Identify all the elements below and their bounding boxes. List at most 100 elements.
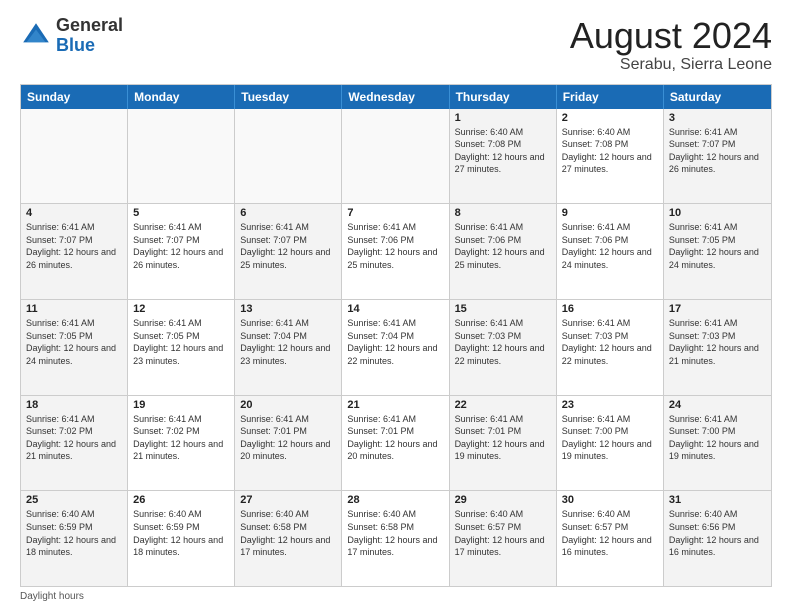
calendar-body: 1 Sunrise: 6:40 AM Sunset: 7:08 PM Daylig… xyxy=(21,109,771,586)
day-number: 20 xyxy=(240,399,336,411)
day-number: 3 xyxy=(669,112,766,124)
title-month: August 2024 xyxy=(570,16,772,56)
day-info: Sunrise: 6:41 AM Sunset: 7:00 PM Dayligh… xyxy=(669,413,766,463)
day-number: 4 xyxy=(26,207,122,219)
logo-blue-text: Blue xyxy=(56,36,123,56)
day-number: 30 xyxy=(562,494,658,506)
week-row-2: 11 Sunrise: 6:41 AM Sunset: 7:05 PM Dayli… xyxy=(21,299,771,395)
day-cell-25: 25Sunrise: 6:40 AM Sunset: 6:59 PM Dayli… xyxy=(21,491,128,586)
day-info: Sunrise: 6:41 AM Sunset: 7:02 PM Dayligh… xyxy=(26,413,122,463)
empty-cell xyxy=(128,109,235,204)
week-row-0: 1 Sunrise: 6:40 AM Sunset: 7:08 PM Daylig… xyxy=(21,109,771,204)
day-number: 23 xyxy=(562,399,658,411)
day-info: Sunrise: 6:40 AM Sunset: 7:08 PM Dayligh… xyxy=(562,126,658,176)
header-cell-friday: Friday xyxy=(557,85,664,109)
day-number: 5 xyxy=(133,207,229,219)
header-cell-monday: Monday xyxy=(128,85,235,109)
day-number: 22 xyxy=(455,399,551,411)
day-info: Sunrise: 6:41 AM Sunset: 7:05 PM Dayligh… xyxy=(669,221,766,271)
header-cell-thursday: Thursday xyxy=(450,85,557,109)
day-number: 9 xyxy=(562,207,658,219)
day-info: Sunrise: 6:40 AM Sunset: 6:59 PM Dayligh… xyxy=(133,508,229,558)
day-info: Sunrise: 6:40 AM Sunset: 6:59 PM Dayligh… xyxy=(26,508,122,558)
day-info: Sunrise: 6:41 AM Sunset: 7:07 PM Dayligh… xyxy=(133,221,229,271)
day-info: Sunrise: 6:41 AM Sunset: 7:04 PM Dayligh… xyxy=(240,317,336,367)
day-cell-16: 16 Sunrise: 6:41 AM Sunset: 7:03 PM Dayli… xyxy=(557,300,664,395)
day-cell-24: 24 Sunrise: 6:41 AM Sunset: 7:00 PM Dayli… xyxy=(664,396,771,491)
day-info: Sunrise: 6:41 AM Sunset: 7:07 PM Dayligh… xyxy=(669,126,766,176)
day-cell-1: 1 Sunrise: 6:40 AM Sunset: 7:08 PM Daylig… xyxy=(450,109,557,204)
day-cell-14: 14Sunrise: 6:41 AM Sunset: 7:04 PM Dayli… xyxy=(342,300,449,395)
header: General Blue August 2024 Serabu, Sierra … xyxy=(20,16,772,74)
day-cell-19: 19Sunrise: 6:41 AM Sunset: 7:02 PM Dayli… xyxy=(128,396,235,491)
day-info: Sunrise: 6:40 AM Sunset: 6:58 PM Dayligh… xyxy=(240,508,336,558)
day-number: 1 xyxy=(455,112,551,124)
day-cell-17: 17Sunrise: 6:41 AM Sunset: 7:03 PM Dayli… xyxy=(664,300,771,395)
day-cell-6: 6 Sunrise: 6:41 AM Sunset: 7:07 PM Daylig… xyxy=(235,204,342,299)
day-info: Sunrise: 6:41 AM Sunset: 7:07 PM Dayligh… xyxy=(240,221,336,271)
day-info: Sunrise: 6:41 AM Sunset: 7:06 PM Dayligh… xyxy=(562,221,658,271)
daylight-label: Daylight hours xyxy=(20,591,84,602)
header-cell-sunday: Sunday xyxy=(21,85,128,109)
title-location: Serabu, Sierra Leone xyxy=(570,56,772,74)
day-number: 29 xyxy=(455,494,551,506)
week-row-1: 4 Sunrise: 6:41 AM Sunset: 7:07 PM Daylig… xyxy=(21,203,771,299)
day-cell-11: 11 Sunrise: 6:41 AM Sunset: 7:05 PM Dayli… xyxy=(21,300,128,395)
day-cell-10: 10 Sunrise: 6:41 AM Sunset: 7:05 PM Dayli… xyxy=(664,204,771,299)
header-cell-tuesday: Tuesday xyxy=(235,85,342,109)
day-info: Sunrise: 6:41 AM Sunset: 7:07 PM Dayligh… xyxy=(26,221,122,271)
day-cell-15: 15Sunrise: 6:41 AM Sunset: 7:03 PM Dayli… xyxy=(450,300,557,395)
day-number: 11 xyxy=(26,303,122,315)
day-number: 24 xyxy=(669,399,766,411)
week-row-3: 18 Sunrise: 6:41 AM Sunset: 7:02 PM Dayli… xyxy=(21,395,771,491)
day-number: 27 xyxy=(240,494,336,506)
empty-cell xyxy=(21,109,128,204)
day-cell-31: 31Sunrise: 6:40 AM Sunset: 6:56 PM Dayli… xyxy=(664,491,771,586)
day-number: 19 xyxy=(133,399,229,411)
day-number: 10 xyxy=(669,207,766,219)
day-info: Sunrise: 6:40 AM Sunset: 6:58 PM Dayligh… xyxy=(347,508,443,558)
day-number: 18 xyxy=(26,399,122,411)
page: General Blue August 2024 Serabu, Sierra … xyxy=(0,0,792,612)
day-number: 16 xyxy=(562,303,658,315)
day-info: Sunrise: 6:41 AM Sunset: 7:03 PM Dayligh… xyxy=(669,317,766,367)
empty-cell xyxy=(342,109,449,204)
calendar-header-row: SundayMondayTuesdayWednesdayThursdayFrid… xyxy=(21,85,771,109)
day-number: 7 xyxy=(347,207,443,219)
day-cell-23: 23Sunrise: 6:41 AM Sunset: 7:00 PM Dayli… xyxy=(557,396,664,491)
week-row-4: 25Sunrise: 6:40 AM Sunset: 6:59 PM Dayli… xyxy=(21,490,771,586)
day-cell-30: 30 Sunrise: 6:40 AM Sunset: 6:57 PM Dayli… xyxy=(557,491,664,586)
day-number: 26 xyxy=(133,494,229,506)
day-info: Sunrise: 6:40 AM Sunset: 7:08 PM Dayligh… xyxy=(455,126,551,176)
header-cell-saturday: Saturday xyxy=(664,85,771,109)
day-info: Sunrise: 6:41 AM Sunset: 7:06 PM Dayligh… xyxy=(455,221,551,271)
footer-note: Daylight hours xyxy=(20,591,772,602)
header-cell-wednesday: Wednesday xyxy=(342,85,449,109)
day-info: Sunrise: 6:41 AM Sunset: 7:05 PM Dayligh… xyxy=(26,317,122,367)
calendar: SundayMondayTuesdayWednesdayThursdayFrid… xyxy=(20,84,772,587)
day-cell-21: 21Sunrise: 6:41 AM Sunset: 7:01 PM Dayli… xyxy=(342,396,449,491)
day-cell-2: 2Sunrise: 6:40 AM Sunset: 7:08 PM Daylig… xyxy=(557,109,664,204)
logo-general-text: General xyxy=(56,16,123,36)
day-info: Sunrise: 6:41 AM Sunset: 7:06 PM Dayligh… xyxy=(347,221,443,271)
day-info: Sunrise: 6:41 AM Sunset: 7:05 PM Dayligh… xyxy=(133,317,229,367)
day-number: 28 xyxy=(347,494,443,506)
day-cell-26: 26 Sunrise: 6:40 AM Sunset: 6:59 PM Dayli… xyxy=(128,491,235,586)
day-info: Sunrise: 6:40 AM Sunset: 6:57 PM Dayligh… xyxy=(562,508,658,558)
day-info: Sunrise: 6:40 AM Sunset: 6:57 PM Dayligh… xyxy=(455,508,551,558)
day-cell-27: 27 Sunrise: 6:40 AM Sunset: 6:58 PM Dayli… xyxy=(235,491,342,586)
title-block: August 2024 Serabu, Sierra Leone xyxy=(570,16,772,74)
day-cell-12: 12Sunrise: 6:41 AM Sunset: 7:05 PM Dayli… xyxy=(128,300,235,395)
day-number: 13 xyxy=(240,303,336,315)
day-cell-5: 5 Sunrise: 6:41 AM Sunset: 7:07 PM Daylig… xyxy=(128,204,235,299)
day-cell-3: 3 Sunrise: 6:41 AM Sunset: 7:07 PM Daylig… xyxy=(664,109,771,204)
day-info: Sunrise: 6:41 AM Sunset: 7:03 PM Dayligh… xyxy=(562,317,658,367)
day-info: Sunrise: 6:41 AM Sunset: 7:01 PM Dayligh… xyxy=(455,413,551,463)
day-cell-18: 18 Sunrise: 6:41 AM Sunset: 7:02 PM Dayli… xyxy=(21,396,128,491)
day-cell-9: 9 Sunrise: 6:41 AM Sunset: 7:06 PM Daylig… xyxy=(557,204,664,299)
day-info: Sunrise: 6:40 AM Sunset: 6:56 PM Dayligh… xyxy=(669,508,766,558)
empty-cell xyxy=(235,109,342,204)
day-info: Sunrise: 6:41 AM Sunset: 7:03 PM Dayligh… xyxy=(455,317,551,367)
day-info: Sunrise: 6:41 AM Sunset: 7:04 PM Dayligh… xyxy=(347,317,443,367)
day-number: 6 xyxy=(240,207,336,219)
